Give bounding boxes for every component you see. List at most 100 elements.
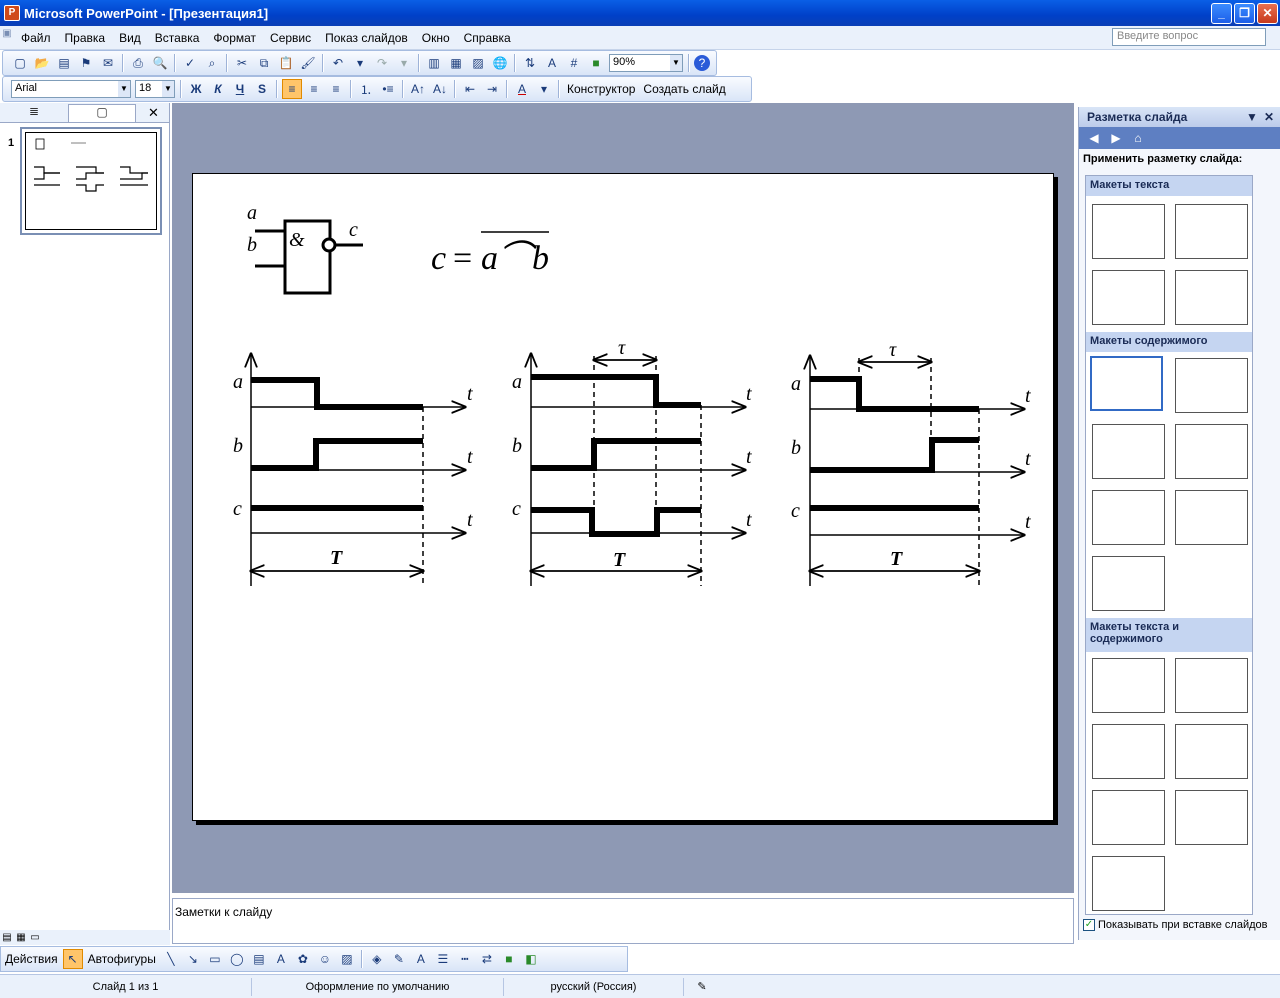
font-color-icon[interactable]: A [411, 949, 431, 969]
align-right-icon[interactable]: ≡ [326, 79, 346, 99]
layout-content-over-text[interactable] [1175, 790, 1248, 845]
layout-two-content-text[interactable] [1175, 724, 1248, 779]
back-icon[interactable]: ◀ [1083, 129, 1105, 147]
chevron-down-icon[interactable]: ▼ [118, 81, 130, 97]
new-slide-button[interactable]: Создать слайд [639, 82, 729, 96]
undo-dropdown-icon[interactable]: ▾ [350, 53, 370, 73]
font-color-icon[interactable]: A [512, 79, 532, 99]
copy-icon[interactable]: ⧉ [254, 53, 274, 73]
layout-two-columns[interactable] [1175, 270, 1248, 325]
layout-content[interactable] [1175, 358, 1248, 413]
help-search-input[interactable]: Введите вопрос [1112, 28, 1266, 46]
undo-icon[interactable]: ↶ [328, 53, 348, 73]
save-icon[interactable]: ▤ [54, 53, 74, 73]
layout-text-over-content[interactable] [1092, 790, 1165, 845]
font-select[interactable]: Arial ▼ [11, 80, 131, 98]
close-icon[interactable]: ✕ [1264, 110, 1280, 124]
research-icon[interactable]: ⌕ [202, 53, 222, 73]
email-icon[interactable]: ✉ [98, 53, 118, 73]
forward-icon[interactable]: ▶ [1105, 129, 1127, 147]
table-icon[interactable]: ▦ [446, 53, 466, 73]
oval-icon[interactable]: ◯ [227, 949, 247, 969]
layout-text-two-content[interactable] [1092, 724, 1165, 779]
paste-icon[interactable]: 📋 [276, 53, 296, 73]
layout-content-over[interactable] [1092, 490, 1165, 545]
designer-button[interactable]: Конструктор [563, 82, 639, 96]
font-size-select[interactable]: 18 ▼ [135, 80, 175, 98]
slide-thumbnail[interactable] [20, 127, 162, 235]
menu-window[interactable]: Окно [415, 31, 457, 45]
grid-icon[interactable]: # [564, 53, 584, 73]
permission-icon[interactable]: ⚑ [76, 53, 96, 73]
tables-borders-icon[interactable]: ▨ [468, 53, 488, 73]
slideshow-view-icon[interactable]: ▭ [28, 932, 42, 943]
actions-menu[interactable]: Действия [1, 952, 62, 966]
sorter-view-icon[interactable]: ▦ [14, 932, 28, 943]
layout-four-content-b[interactable] [1092, 556, 1165, 611]
3d-icon[interactable]: ◧ [521, 949, 541, 969]
zoom-select[interactable]: 90% ▼ [609, 54, 683, 72]
spelling-status-icon[interactable]: ✎ [684, 978, 720, 996]
menu-tools[interactable]: Сервис [263, 31, 318, 45]
format-painter-icon[interactable]: 🖌 [298, 53, 318, 73]
layout-content-text[interactable] [1175, 658, 1248, 713]
menu-file[interactable]: Файл [14, 31, 58, 45]
layout-four-content-a[interactable] [1175, 490, 1248, 545]
home-icon[interactable]: ⌂ [1127, 129, 1149, 147]
chevron-down-icon[interactable]: ▾ [534, 79, 554, 99]
shadow-button[interactable]: S [252, 79, 272, 99]
slide-canvas[interactable]: a b & c c = a⌒b a b c t t t T a b c t t … [192, 173, 1054, 821]
new-icon[interactable]: ▢ [10, 53, 30, 73]
open-icon[interactable]: 📂 [32, 53, 52, 73]
layout-title-content[interactable] [1092, 424, 1165, 479]
wordart-icon[interactable]: A [271, 949, 291, 969]
cut-icon[interactable]: ✂ [232, 53, 252, 73]
clipart-icon[interactable]: ☺ [315, 949, 335, 969]
minimize-button[interactable]: _ [1211, 3, 1232, 24]
menu-help[interactable]: Справка [457, 31, 518, 45]
decrease-font-icon[interactable]: A↓ [430, 79, 450, 99]
normal-view-icon[interactable]: ▤ [0, 932, 14, 943]
preview-icon[interactable]: 🔍 [150, 53, 170, 73]
arrow-icon[interactable]: ↘ [183, 949, 203, 969]
redo-icon[interactable]: ↷ [372, 53, 392, 73]
close-button[interactable]: ✕ [1257, 3, 1278, 24]
expand-icon[interactable]: ⇅ [520, 53, 540, 73]
layout-two-content[interactable] [1175, 424, 1248, 479]
menu-view[interactable]: Вид [112, 31, 148, 45]
chart-icon[interactable]: ▥ [424, 53, 444, 73]
italic-button[interactable]: К [208, 79, 228, 99]
menu-format[interactable]: Формат [206, 31, 263, 45]
arrow-style-icon[interactable]: ⇄ [477, 949, 497, 969]
chevron-down-icon[interactable]: ▼ [1246, 110, 1264, 124]
chevron-down-icon[interactable]: ▼ [670, 55, 682, 71]
notes-pane[interactable]: Заметки к слайду [172, 898, 1074, 944]
bold-button[interactable]: Ж [186, 79, 206, 99]
select-arrow-icon[interactable]: ↖ [62, 949, 83, 969]
layout-title-slide[interactable] [1092, 204, 1165, 259]
outline-tab-icon[interactable]: ≣ [0, 104, 68, 122]
textbox-icon[interactable]: ▤ [249, 949, 269, 969]
layout-blank[interactable] [1090, 356, 1163, 411]
decrease-indent-icon[interactable]: ⇤ [460, 79, 480, 99]
shadow-icon[interactable]: ■ [499, 949, 519, 969]
menu-insert[interactable]: Вставка [148, 31, 207, 45]
diagram-icon[interactable]: ✿ [293, 949, 313, 969]
powerpoint-icon[interactable]: P [4, 5, 20, 21]
help-icon[interactable]: ? [694, 55, 710, 71]
layout-text-content[interactable] [1092, 658, 1165, 713]
picture-icon[interactable]: ▨ [337, 949, 357, 969]
dash-style-icon[interactable]: ┅ [455, 949, 475, 969]
layout-title-only[interactable] [1175, 204, 1248, 259]
close-icon[interactable]: ✕ [148, 105, 159, 121]
underline-button[interactable]: Ч [230, 79, 250, 99]
increase-indent-icon[interactable]: ⇥ [482, 79, 502, 99]
numbering-icon[interactable]: ⒈ [356, 79, 376, 99]
slides-tab-icon[interactable]: ▢ [68, 103, 136, 122]
align-left-icon[interactable]: ≡ [282, 79, 302, 99]
line-color-icon[interactable]: ✎ [389, 949, 409, 969]
color-icon[interactable]: ■ [586, 53, 606, 73]
layout-title-text[interactable] [1092, 270, 1165, 325]
redo-dropdown-icon[interactable]: ▾ [394, 53, 414, 73]
maximize-button[interactable]: ❐ [1234, 3, 1255, 24]
